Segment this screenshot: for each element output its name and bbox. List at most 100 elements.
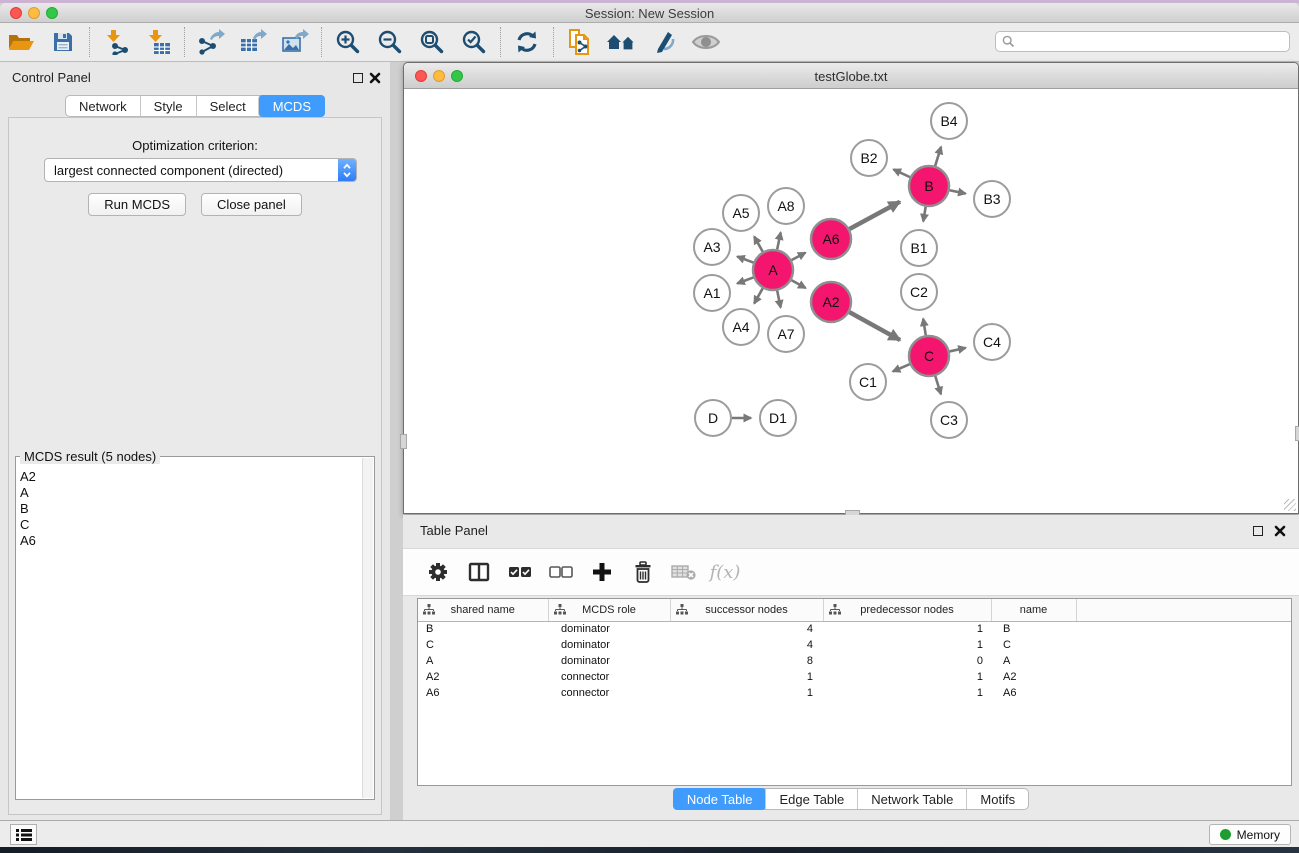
table-row[interactable]: Bdominator41B <box>418 621 1292 637</box>
zoom-fit-button[interactable] <box>411 25 453 59</box>
graph-edge-A6-B[interactable] <box>849 202 900 229</box>
mcds-result-item[interactable]: A2 <box>20 469 358 485</box>
graph-node-C1[interactable]: C1 <box>850 364 886 400</box>
table-cell[interactable]: 1 <box>670 669 823 685</box>
table-cell[interactable]: dominator <box>548 621 670 637</box>
right-scroll-nub[interactable] <box>1295 426 1299 441</box>
tab-style[interactable]: Style <box>140 96 196 116</box>
graph-edge-C-C3[interactable] <box>935 376 941 394</box>
table-row[interactable]: A2connector11A2 <box>418 669 1292 685</box>
graph-node-A3[interactable]: A3 <box>694 229 730 265</box>
tab-select[interactable]: Select <box>196 96 259 116</box>
float-panel-icon[interactable] <box>353 73 363 83</box>
table-cell[interactable]: 8 <box>670 653 823 669</box>
mcds-result-item[interactable]: A6 <box>20 533 358 549</box>
graph-node-A2[interactable]: A2 <box>811 282 851 322</box>
graph-edge-B-B2[interactable] <box>893 169 910 177</box>
function-builder-button[interactable]: f(x) <box>712 559 738 585</box>
zoom-selected-button[interactable] <box>453 25 495 59</box>
table-settings-button[interactable] <box>425 559 451 585</box>
mcds-result-scrollbar[interactable] <box>362 458 373 798</box>
network-window-titlebar[interactable]: testGlobe.txt <box>404 63 1298 89</box>
column-header-shared-name[interactable]: shared name <box>418 599 548 621</box>
delete-column-button[interactable] <box>630 559 656 585</box>
table-cell[interactable]: connector <box>548 669 670 685</box>
export-network-button[interactable] <box>190 25 232 59</box>
tab-network-table[interactable]: Network Table <box>857 789 966 809</box>
graph-node-A5[interactable]: A5 <box>723 195 759 231</box>
graph-node-C2[interactable]: C2 <box>901 274 937 310</box>
column-header-predecessor-nodes[interactable]: predecessor nodes <box>823 599 991 621</box>
graph-node-B4[interactable]: B4 <box>931 103 967 139</box>
tab-network[interactable]: Network <box>66 96 140 116</box>
graph-node-A6[interactable]: A6 <box>811 219 851 259</box>
open-file-button[interactable] <box>0 25 42 59</box>
graph-edge-B-B1[interactable] <box>923 207 925 222</box>
run-mcds-button[interactable]: Run MCDS <box>88 193 186 216</box>
column-visibility-button[interactable] <box>466 559 492 585</box>
tab-edge-table[interactable]: Edge Table <box>765 789 857 809</box>
criterion-dropdown[interactable]: largest connected component (directed) <box>44 158 357 182</box>
add-column-button[interactable] <box>589 559 615 585</box>
dropdown-stepper[interactable] <box>338 159 356 181</box>
table-cell[interactable] <box>1076 637 1292 653</box>
table-cell[interactable] <box>1076 669 1292 685</box>
graph-edge-A-A6[interactable] <box>792 253 806 260</box>
select-all-rows-button[interactable] <box>507 559 533 585</box>
search-input[interactable] <box>1019 33 1289 50</box>
network-canvas[interactable]: B4B2BB3A5A8A6A3B1AC2A1A2A4A7C4CC1DD1C3 <box>405 89 1297 512</box>
graph-node-A1[interactable]: A1 <box>694 275 730 311</box>
mcds-result-item[interactable]: A <box>20 485 358 501</box>
graph-node-D[interactable]: D <box>695 400 731 436</box>
mcds-result-item[interactable]: C <box>20 517 358 533</box>
deselect-all-rows-button[interactable] <box>548 559 574 585</box>
graph-edge-C-C4[interactable] <box>949 348 965 352</box>
graph-node-C4[interactable]: C4 <box>974 324 1010 360</box>
save-session-button[interactable] <box>42 25 84 59</box>
hide-graphics-details-button[interactable] <box>643 25 685 59</box>
table-cell[interactable]: A <box>991 653 1076 669</box>
table-cell[interactable]: C <box>991 637 1076 653</box>
task-history-button[interactable] <box>10 824 37 845</box>
graph-node-A4[interactable]: A4 <box>723 309 759 345</box>
close-panel-icon[interactable] <box>368 71 382 85</box>
table-cell[interactable]: 1 <box>823 621 991 637</box>
table-row[interactable]: Cdominator41C <box>418 637 1292 653</box>
graph-edge-A2-C[interactable] <box>849 312 900 340</box>
close-table-panel-icon[interactable] <box>1273 524 1287 538</box>
column-header-successor-nodes[interactable]: successor nodes <box>670 599 823 621</box>
table-cell[interactable]: dominator <box>548 653 670 669</box>
graph-edge-A-A3[interactable] <box>737 257 753 263</box>
zoom-out-button[interactable] <box>369 25 411 59</box>
tab-node-table[interactable]: Node Table <box>673 788 767 810</box>
table-cell[interactable]: 0 <box>823 653 991 669</box>
table-cell[interactable]: 1 <box>823 685 991 701</box>
graph-edge-B-B3[interactable] <box>950 190 966 193</box>
table-row[interactable]: A6connector11A6 <box>418 685 1292 701</box>
memory-button[interactable]: Memory <box>1209 824 1291 845</box>
graph-edge-C-C1[interactable] <box>893 364 910 371</box>
graph-edge-C-C2[interactable] <box>923 319 926 336</box>
graph-node-B[interactable]: B <box>909 166 949 206</box>
graph-node-B3[interactable]: B3 <box>974 181 1010 217</box>
table-cell[interactable]: 4 <box>670 637 823 653</box>
graph-node-A7[interactable]: A7 <box>768 316 804 352</box>
import-network-button[interactable] <box>95 25 137 59</box>
table-cell[interactable] <box>1076 685 1292 701</box>
column-header-name[interactable]: name <box>991 599 1076 621</box>
table-cell[interactable]: 1 <box>670 685 823 701</box>
table-cell[interactable]: C <box>418 637 548 653</box>
graph-edge-B-B4[interactable] <box>935 147 941 166</box>
close-panel-button[interactable]: Close panel <box>201 193 302 216</box>
table-cell[interactable]: A2 <box>418 669 548 685</box>
import-table-button[interactable] <box>137 25 179 59</box>
clone-network-button[interactable] <box>559 25 601 59</box>
tab-motifs[interactable]: Motifs <box>966 789 1028 809</box>
graph-node-A8[interactable]: A8 <box>768 188 804 224</box>
graph-node-C[interactable]: C <box>909 336 949 376</box>
table-cell[interactable]: A2 <box>991 669 1076 685</box>
export-table-button[interactable] <box>232 25 274 59</box>
table-cell[interactable]: B <box>418 621 548 637</box>
table-cell[interactable]: A6 <box>991 685 1076 701</box>
left-scroll-nub[interactable] <box>400 434 407 449</box>
